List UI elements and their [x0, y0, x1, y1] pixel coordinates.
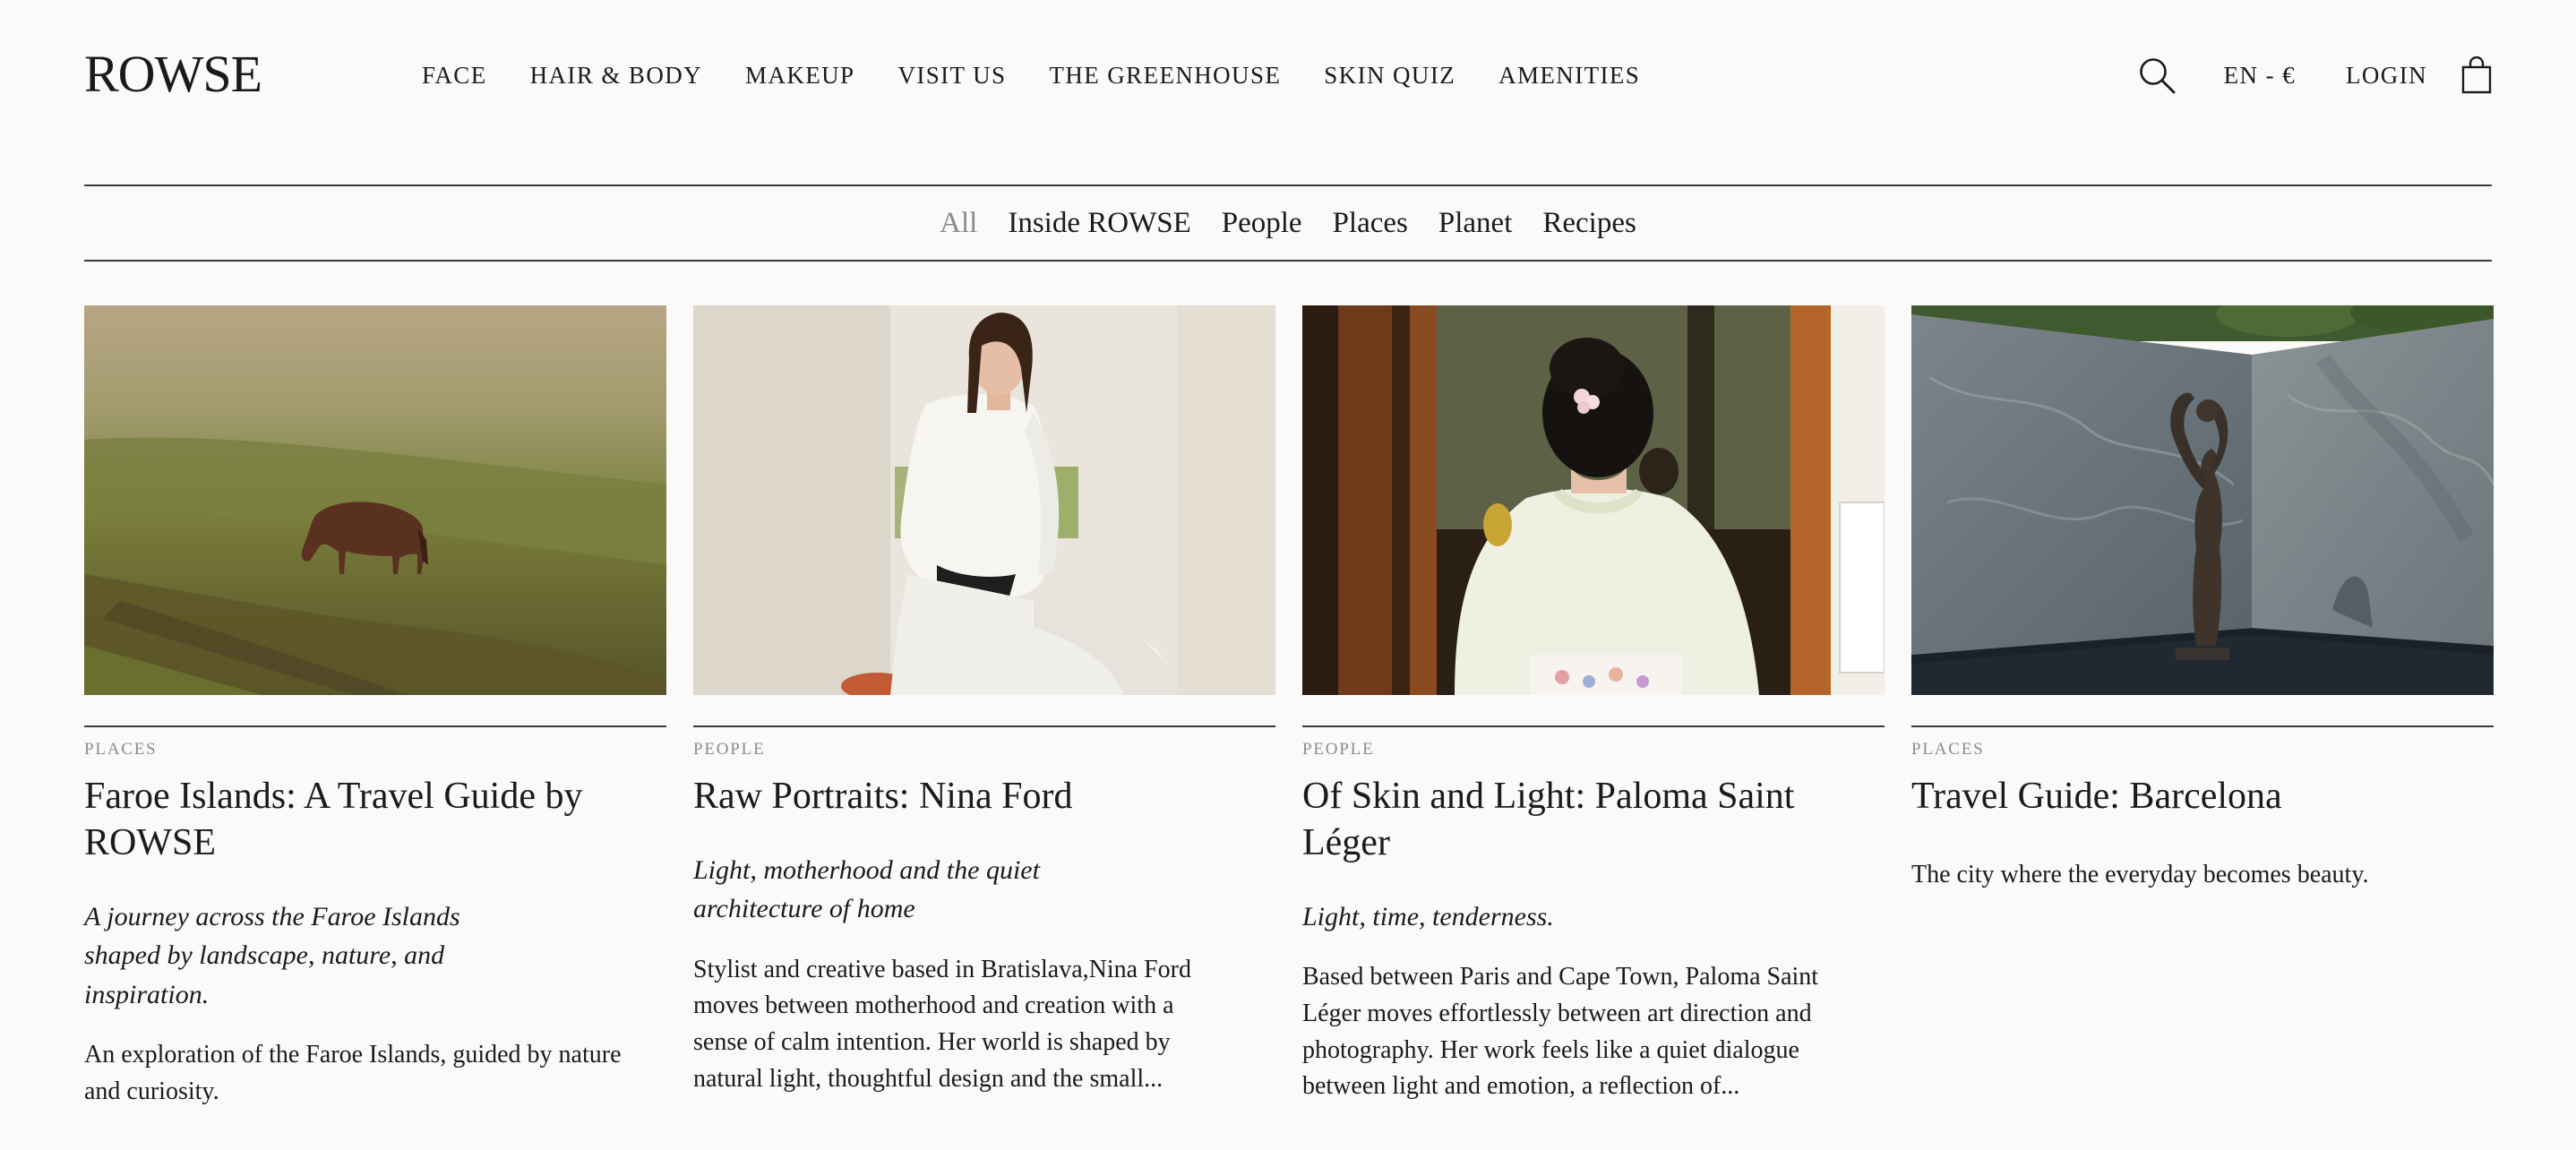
- article-card-nina-ford[interactable]: PEOPLE Raw Portraits: Nina Ford Light, m…: [693, 305, 1275, 1111]
- excerpt-line: between light and emotion, a reﬂection o…: [1302, 1072, 1740, 1101]
- article-image-paloma-kimono[interactable]: [1302, 305, 1885, 695]
- article-card-barcelona[interactable]: PLACES Travel Guide: Barcelona The city …: [1911, 305, 2494, 1111]
- nav-item-the-greenhouse[interactable]: THE GREENHOUSE: [1049, 61, 1281, 90]
- brand-logo[interactable]: ROWSE: [84, 48, 262, 100]
- nav-item-hair-body[interactable]: HAIR & BODY: [530, 61, 702, 90]
- article-excerpt: An exploration of the Faroe Islands, gui…: [84, 1037, 666, 1110]
- category-tab-all[interactable]: All: [940, 208, 977, 238]
- header-utilities: EN - € LOGIN: [2138, 54, 2492, 97]
- card-divider: [693, 725, 1275, 727]
- article-grid: PLACES Faroe Islands: A Travel Guide by …: [84, 305, 2494, 1111]
- article-card-faroe-islands[interactable]: PLACES Faroe Islands: A Travel Guide by …: [84, 305, 666, 1111]
- article-subtitle: A journey across the Faroe Islands shape…: [84, 897, 666, 1015]
- article-excerpt: The city where the everyday becomes beau…: [1911, 857, 2494, 894]
- card-divider: [84, 725, 666, 727]
- search-icon[interactable]: [2138, 56, 2176, 94]
- nav-item-skin-quiz[interactable]: SKIN QUIZ: [1324, 61, 1455, 90]
- category-tab-people[interactable]: People: [1222, 208, 1302, 238]
- excerpt-line: photography. Her work feels like a quiet…: [1302, 1035, 1799, 1064]
- subtitle-line: architecture of home: [693, 894, 915, 924]
- page: ROWSE FACE HAIR & BODY MAKEUP VISIT US T…: [0, 0, 2576, 1150]
- article-image-nina-ford-portrait[interactable]: [693, 305, 1275, 695]
- subtitle-line: Light, motherhood and the quiet: [693, 854, 1040, 885]
- card-divider: [1302, 725, 1885, 727]
- excerpt-line: moves between motherhood and creation wi…: [693, 991, 1174, 1020]
- article-category: PEOPLE: [693, 740, 766, 759]
- subtitle-line: inspiration.: [84, 979, 210, 1009]
- nav-item-makeup[interactable]: MAKEUP: [745, 61, 854, 90]
- article-image-barcelona-statue[interactable]: [1911, 305, 2494, 695]
- article-category: PLACES: [1911, 740, 1985, 759]
- category-tab-recipes[interactable]: Recipes: [1542, 208, 1636, 238]
- category-filter-bar: All Inside ROWSE People Places Planet Re…: [84, 185, 2492, 262]
- article-image-faroe-horse[interactable]: [84, 305, 666, 695]
- article-category: PEOPLE: [1302, 740, 1375, 759]
- article-card-paloma-saint-leger[interactable]: PEOPLE Of Skin and Light: Paloma Saint L…: [1302, 305, 1885, 1111]
- excerpt-line: sense of calm intention. Her world is sh…: [693, 1027, 1171, 1056]
- nav-item-face[interactable]: FACE: [422, 61, 487, 90]
- subtitle-line: Light, time, tenderness.: [1302, 901, 1554, 931]
- excerpt-line: Based between Paris and Cape Town, Palom…: [1302, 963, 1819, 991]
- site-header: ROWSE FACE HAIR & BODY MAKEUP VISIT US T…: [84, 36, 2492, 122]
- subtitle-line: A journey across the Faroe Islands: [84, 901, 460, 931]
- excerpt-line: Léger moves effortlessly between art dir…: [1302, 999, 1812, 1027]
- article-title[interactable]: Raw Portraits: Nina Ford: [693, 773, 1275, 820]
- article-title[interactable]: Travel Guide: Barcelona: [1911, 773, 2494, 820]
- article-subtitle: Light, motherhood and the quiet architec…: [693, 851, 1275, 929]
- nav-item-amenities[interactable]: AMENITIES: [1498, 61, 1640, 90]
- nav-item-visit-us[interactable]: VISIT US: [897, 61, 1006, 90]
- article-excerpt: Based between Paris and Cape Town, Palom…: [1302, 959, 1885, 1104]
- login-link[interactable]: LOGIN: [2346, 62, 2427, 90]
- excerpt-line: An exploration of the Faroe Islands, gui…: [84, 1041, 622, 1069]
- subtitle-line: shaped by landscape, nature, and: [84, 940, 445, 971]
- article-category: PLACES: [84, 740, 158, 759]
- card-divider: [1911, 725, 2494, 727]
- excerpt-line: Stylist and creative based in Bratislava…: [693, 955, 1191, 983]
- shopping-bag-icon[interactable]: [2461, 56, 2492, 94]
- excerpt-line: natural light, thoughtful design and the…: [693, 1064, 1163, 1093]
- language-currency-selector[interactable]: EN - €: [2224, 62, 2296, 90]
- article-excerpt: Stylist and creative based in Bratislava…: [693, 952, 1275, 1097]
- category-tab-places[interactable]: Places: [1333, 208, 1408, 238]
- article-title[interactable]: Of Skin and Light: Paloma Saint Léger: [1302, 773, 1885, 866]
- excerpt-line: and curiosity.: [84, 1077, 219, 1105]
- title-line: Faroe Islands: A Travel Guide by: [84, 775, 583, 817]
- title-line: ROWSE: [84, 821, 216, 863]
- title-line: Raw Portraits: Nina Ford: [693, 775, 1073, 817]
- article-subtitle: Light, time, tenderness.: [1302, 897, 1885, 937]
- category-tab-inside-rowse[interactable]: Inside ROWSE: [1008, 208, 1190, 238]
- title-line: Of Skin and Light: Paloma Saint Léger: [1302, 775, 1795, 863]
- category-tab-planet[interactable]: Planet: [1438, 208, 1512, 238]
- title-line: Travel Guide: Barcelona: [1911, 775, 2282, 817]
- article-title[interactable]: Faroe Islands: A Travel Guide by ROWSE: [84, 773, 666, 866]
- excerpt-line: The city where the everyday becomes beau…: [1911, 860, 2369, 888]
- main-nav: FACE HAIR & BODY MAKEUP VISIT US THE GRE…: [422, 61, 1640, 90]
